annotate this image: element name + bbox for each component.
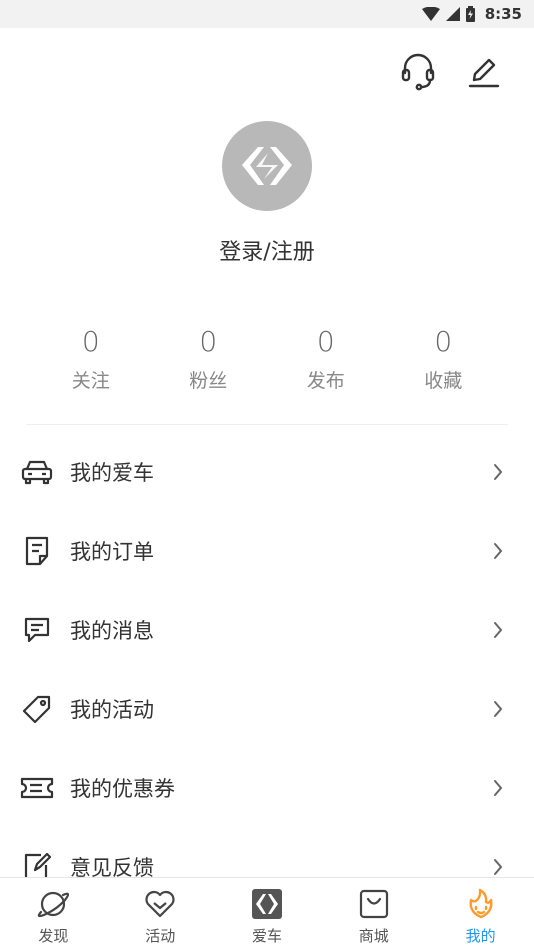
status-bar: 8:35 xyxy=(0,0,534,28)
avatar[interactable] xyxy=(222,121,312,211)
stat-label: 关注 xyxy=(71,370,110,392)
wifi-icon xyxy=(421,7,440,21)
signal-icon xyxy=(445,7,460,21)
menu-item-label: 我的消息 xyxy=(70,618,154,643)
menu-item-my-activities[interactable]: 我的活动 xyxy=(0,669,534,748)
tab-activities[interactable]: 活动 xyxy=(107,878,214,950)
chevron-right-icon xyxy=(490,620,506,640)
message-icon xyxy=(20,613,54,647)
menu-item-my-car[interactable]: 我的爱车 xyxy=(0,432,534,511)
tab-discover[interactable]: 发现 xyxy=(0,878,107,950)
stat-count: 0 xyxy=(316,325,335,358)
chevron-right-icon xyxy=(490,857,506,877)
divider xyxy=(26,424,508,425)
tab-label: 活动 xyxy=(145,927,176,945)
menu-item-label: 我的爱车 xyxy=(70,460,154,485)
chevron-right-icon xyxy=(490,541,506,561)
battery-icon xyxy=(465,6,475,22)
tab-label: 商城 xyxy=(358,927,389,945)
menu-item-my-messages[interactable]: 我的消息 xyxy=(0,590,534,669)
menu-item-label: 我的订单 xyxy=(70,539,154,564)
stat-label: 发布 xyxy=(306,370,345,392)
order-icon xyxy=(20,534,54,568)
stat-label: 粉丝 xyxy=(189,370,228,392)
menu-item-label: 我的活动 xyxy=(70,697,154,722)
stat-count: 0 xyxy=(81,325,100,358)
stat-label: 收藏 xyxy=(424,370,463,392)
stat-count: 0 xyxy=(434,325,453,358)
brand-logo-icon xyxy=(242,147,292,185)
headset-icon[interactable] xyxy=(398,52,438,92)
chevron-right-icon xyxy=(490,462,506,482)
planet-icon xyxy=(36,887,70,921)
stat-following[interactable]: 0 关注 xyxy=(32,322,150,393)
stat-posts[interactable]: 0 发布 xyxy=(267,322,385,393)
tab-mine[interactable]: 我的 xyxy=(427,878,534,950)
chevron-right-icon xyxy=(490,778,506,798)
brand-logo-icon xyxy=(250,887,284,921)
menu-item-my-coupons[interactable]: 我的优惠券 xyxy=(0,748,534,827)
edit-icon[interactable] xyxy=(464,52,504,92)
stat-count: 0 xyxy=(199,325,218,358)
tag-icon xyxy=(20,692,54,726)
tab-label: 爱车 xyxy=(251,927,282,945)
chevron-right-icon xyxy=(490,699,506,719)
stat-favorites[interactable]: 0 收藏 xyxy=(385,322,503,393)
tab-my-car[interactable]: 爱车 xyxy=(214,878,321,950)
stat-fans[interactable]: 0 粉丝 xyxy=(150,322,268,393)
car-icon xyxy=(20,455,54,489)
status-time: 8:35 xyxy=(484,5,522,23)
tab-label: 发现 xyxy=(38,927,69,945)
menu-list: 我的爱车 我的订单 我的消息 我的活动 我的优惠券 意见反馈 xyxy=(0,432,534,906)
top-actions xyxy=(398,52,504,92)
tab-label: 我的 xyxy=(465,927,496,945)
bottom-tab-bar: 发现 活动 爱车 商城 我的 xyxy=(0,877,534,950)
menu-item-label: 我的优惠券 xyxy=(70,776,175,801)
shopping-bag-icon xyxy=(357,887,391,921)
stats-row: 0 关注 0 粉丝 0 发布 0 收藏 xyxy=(32,322,502,393)
tab-mall[interactable]: 商城 xyxy=(320,878,427,950)
login-register-link[interactable]: 登录/注册 xyxy=(0,234,534,266)
coupon-icon xyxy=(20,771,54,805)
flame-face-icon xyxy=(464,887,498,921)
menu-item-my-orders[interactable]: 我的订单 xyxy=(0,511,534,590)
heart-icon xyxy=(143,887,177,921)
